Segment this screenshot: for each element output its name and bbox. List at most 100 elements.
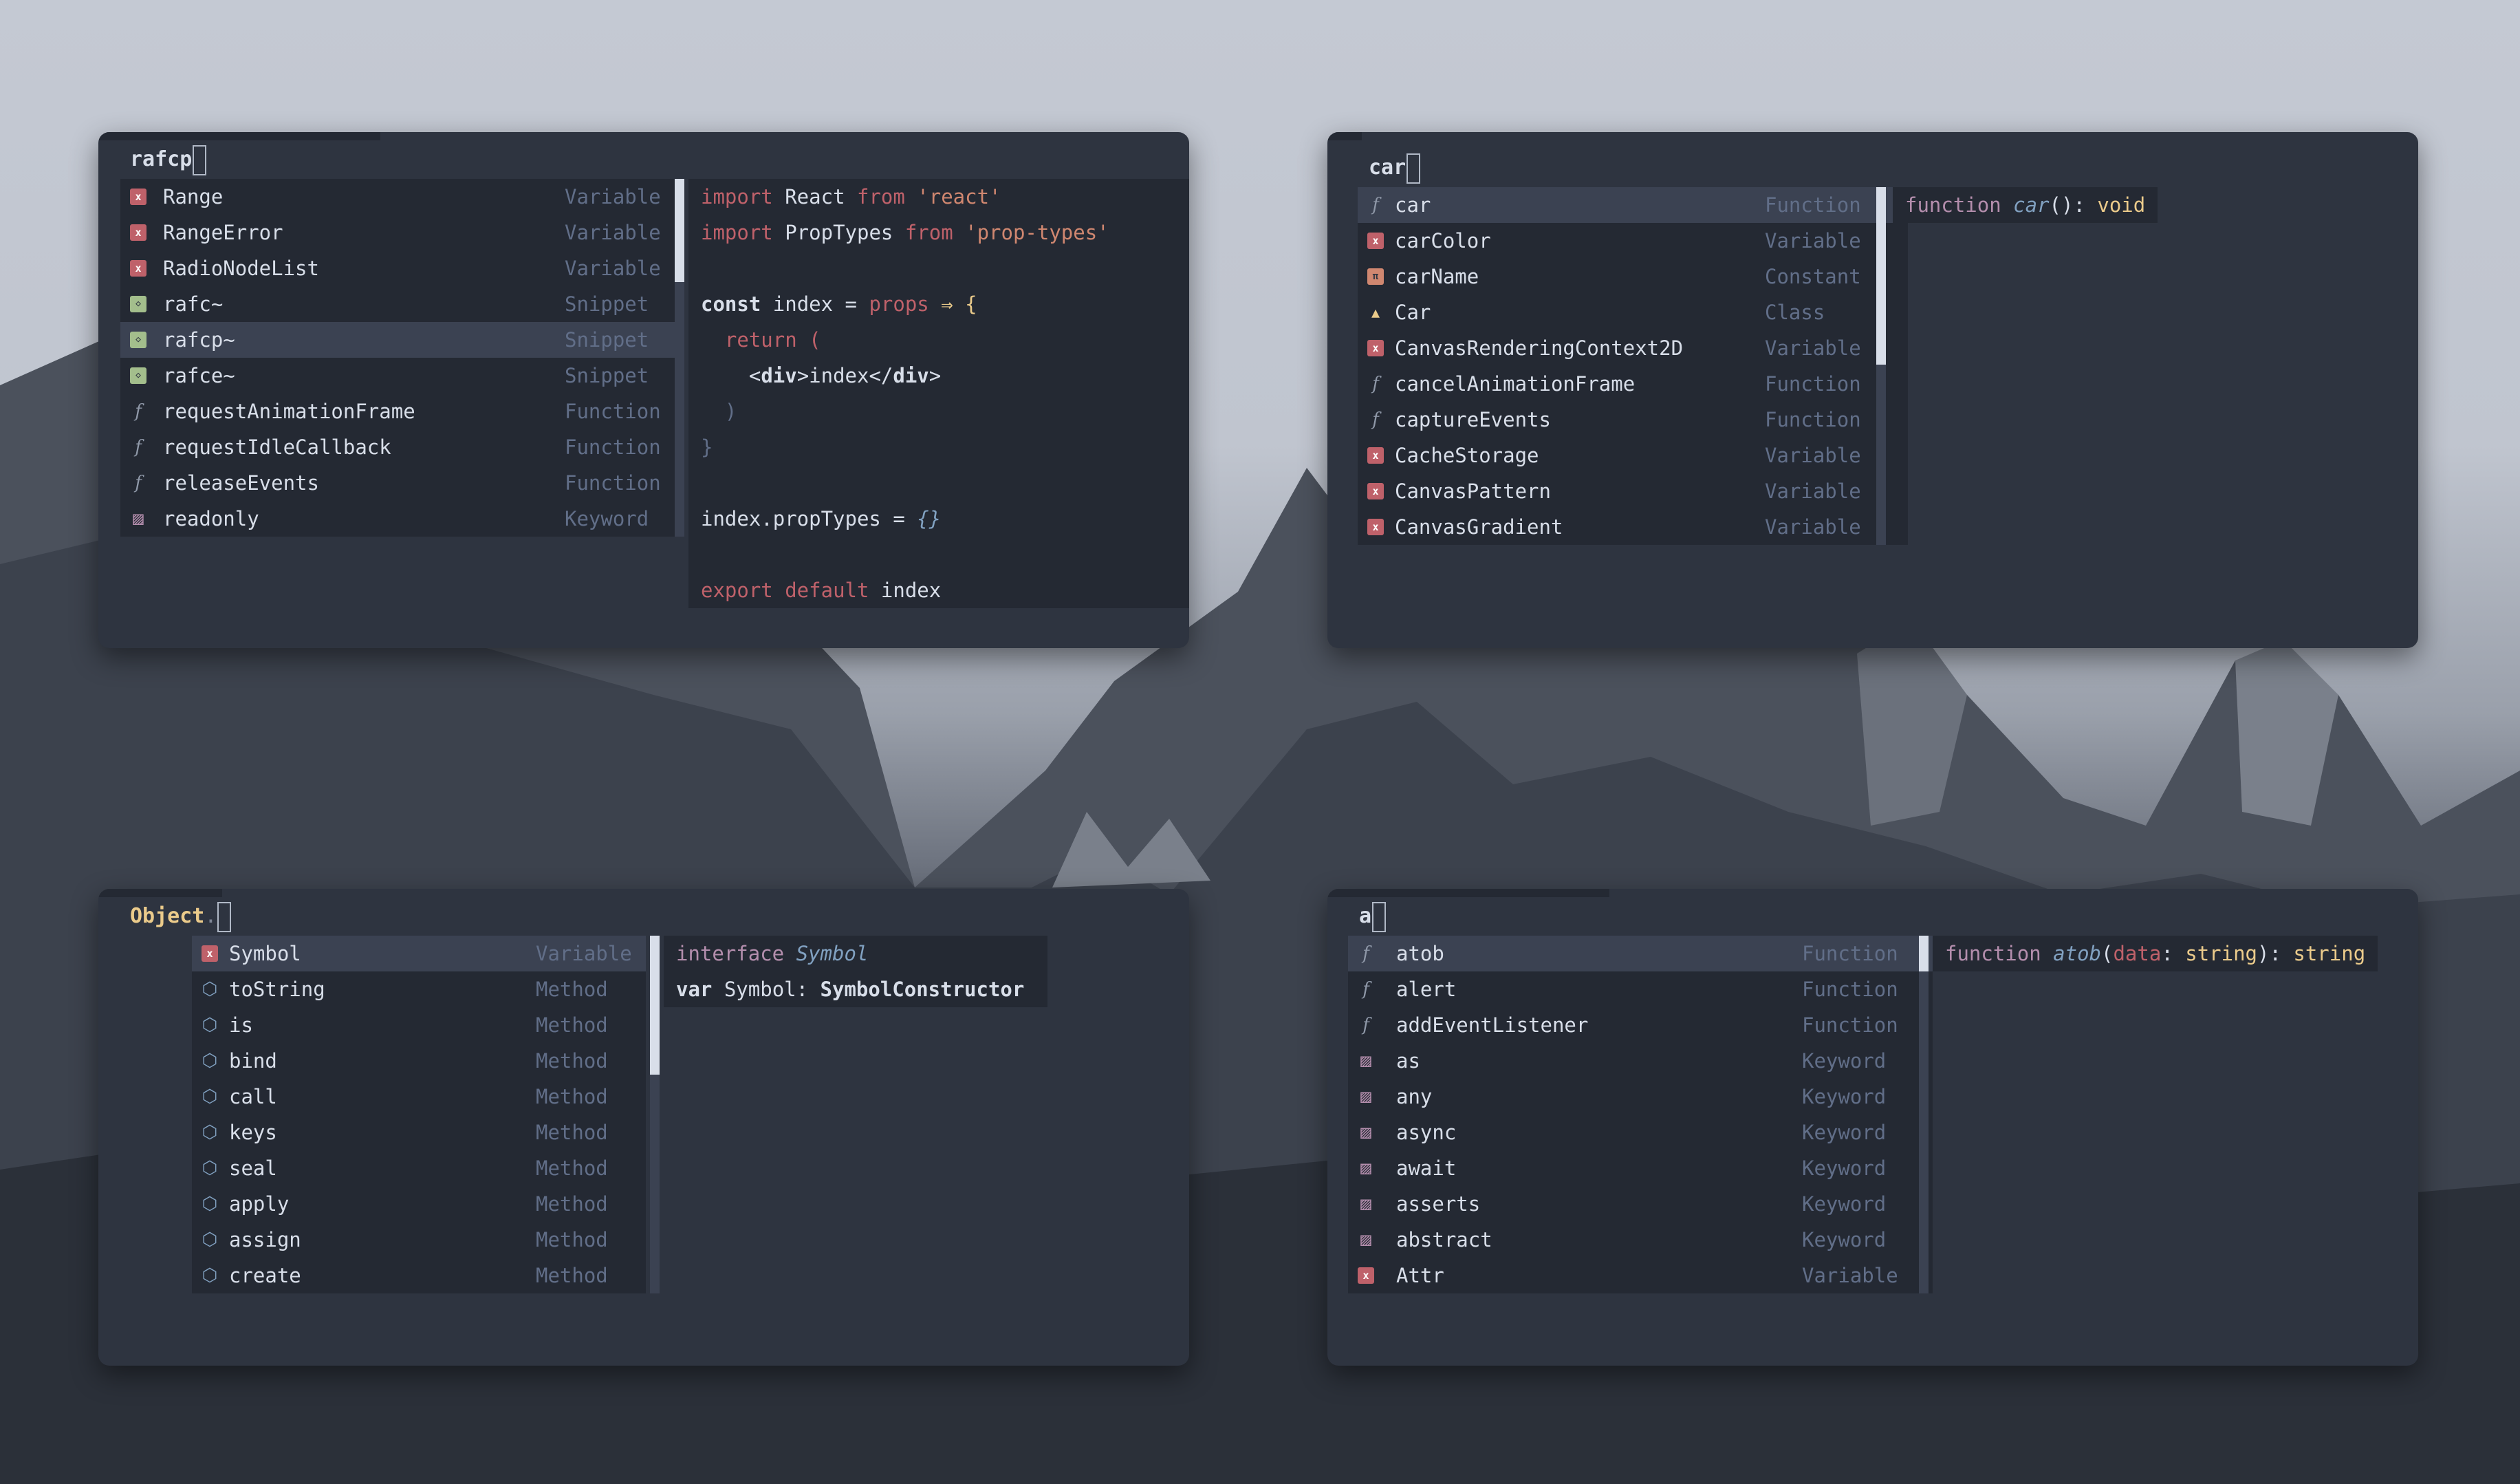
completion-item-kind: Method [536, 1049, 608, 1073]
method-icon: ⬡ [202, 1158, 218, 1179]
scrollbar-thumb[interactable] [1919, 936, 1929, 971]
completion-item[interactable]: x CanvasGradient Variable [1358, 509, 1908, 545]
method-icon: ⬡ [202, 1194, 218, 1214]
completion-item[interactable]: f car Function [1358, 187, 1908, 223]
code-line: ) [701, 400, 737, 423]
completion-panel-car: car f car Function x carColor Variable π carNam… [1327, 132, 2418, 648]
completion-item[interactable]: ⬡ bind Method [192, 1043, 646, 1079]
completion-item[interactable]: x CacheStorage Variable [1358, 438, 1908, 473]
completion-item-kind: Variable [565, 221, 661, 244]
completion-item[interactable]: ⬡ assign Method [192, 1222, 646, 1258]
snippet-preview: import React from 'react' import PropTyp… [688, 179, 1189, 608]
completion-item[interactable]: ⬡ keys Method [192, 1115, 646, 1150]
completion-item-label: rafc~ [163, 292, 224, 316]
completion-item-kind: Function [565, 471, 661, 495]
completion-item[interactable]: ▨ abstract Keyword [1348, 1222, 1933, 1258]
code-token: SymbolConstructor [820, 978, 1025, 1001]
scrollbar-thumb[interactable] [675, 179, 684, 282]
completion-item[interactable]: f requestAnimationFrame Function [120, 394, 675, 429]
completion-menu[interactable]: f car Function x carColor Variable π carName Con… [1358, 187, 1908, 545]
keyword-icon: ▨ [1360, 1051, 1371, 1071]
completion-item[interactable]: ▨ any Keyword [1348, 1079, 1933, 1115]
completion-item-kind: Method [536, 1228, 608, 1251]
completion-item[interactable]: x Symbol Variable [192, 936, 646, 971]
command-prompt[interactable]: a [1359, 897, 1387, 936]
completion-item[interactable]: x Attr Variable [1348, 1258, 1933, 1293]
code-token: PropTypes [772, 221, 905, 244]
variable-icon: x [1367, 483, 1384, 499]
completion-item[interactable]: x RadioNodeList Variable [120, 250, 675, 286]
completion-item[interactable]: x RangeError Variable [120, 215, 675, 250]
completion-item[interactable]: ◇ rafce~ Snippet [120, 358, 675, 394]
completion-item-kind: Method [536, 1192, 608, 1216]
completion-item[interactable]: ⬡ call Method [192, 1079, 646, 1115]
constant-icon: π [1367, 268, 1384, 285]
tab-line [98, 132, 380, 140]
completion-menu[interactable]: f atob Function f alert Function f addEventList… [1348, 936, 1933, 1293]
completion-item-kind: Keyword [1802, 1192, 1887, 1216]
scrollbar-thumb[interactable] [650, 936, 660, 1075]
completion-item-kind: Keyword [565, 507, 649, 530]
completion-item[interactable]: ⬡ create Method [192, 1258, 646, 1293]
completion-item[interactable]: f atob Function [1348, 936, 1933, 971]
completion-item-kind: Constant [1765, 265, 1861, 288]
scrollbar[interactable] [1919, 936, 1929, 1293]
completion-item[interactable]: x Range Variable [120, 179, 675, 215]
function-icon: f [1372, 374, 1379, 394]
completion-item-label: CanvasGradient [1395, 515, 1563, 539]
command-prompt[interactable]: rafcp [130, 140, 207, 179]
completion-item[interactable]: ◇ rafcp~ Snippet [120, 322, 675, 358]
scrollbar-thumb[interactable] [1876, 187, 1886, 365]
scrollbar[interactable] [675, 179, 684, 537]
completion-item-kind: Keyword [1802, 1049, 1887, 1073]
completion-item[interactable]: ▲ Car Class [1358, 294, 1908, 330]
variable-icon: x [1367, 340, 1384, 356]
completion-item[interactable]: f addEventListener Function [1348, 1007, 1933, 1043]
signature-help: function car(): void [1893, 187, 2158, 223]
completion-item[interactable]: ▨ as Keyword [1348, 1043, 1933, 1079]
completion-item[interactable]: f releaseEvents Function [120, 465, 675, 501]
completion-menu[interactable]: x Range Variable x RangeError Variable x RadioN… [120, 179, 675, 537]
completion-item-label: RangeError [163, 221, 283, 244]
completion-item[interactable]: f captureEvents Function [1358, 402, 1908, 438]
completion-item[interactable]: x carColor Variable [1358, 223, 1908, 259]
function-icon: f [1372, 195, 1379, 215]
completion-item[interactable]: f cancelAnimationFrame Function [1358, 366, 1908, 402]
completion-item[interactable]: ⬡ is Method [192, 1007, 646, 1043]
completion-item-label: RadioNodeList [163, 257, 319, 280]
completion-item[interactable]: ▨ readonly Keyword [120, 501, 675, 537]
completion-menu[interactable]: x Symbol Variable ⬡ toString Method ⬡ is Method ⬡… [192, 936, 646, 1293]
completion-item-kind: Variable [565, 185, 661, 208]
function-icon: f [1362, 979, 1369, 1000]
completion-item-kind: Variable [1765, 444, 1861, 467]
command-prompt[interactable]: car [1369, 149, 1421, 187]
completion-item[interactable]: x CanvasRenderingContext2D Variable [1358, 330, 1908, 366]
command-prompt[interactable]: Object. [130, 897, 232, 936]
completion-item-kind: Snippet [565, 364, 649, 387]
completion-item[interactable]: f requestIdleCallback Function [120, 429, 675, 465]
completion-item[interactable]: f alert Function [1348, 971, 1933, 1007]
code-token: Symbol [784, 942, 869, 965]
scrollbar[interactable] [1876, 187, 1886, 545]
completion-item-label: await [1396, 1157, 1457, 1180]
snippet-icon: ◇ [130, 296, 146, 312]
completion-panel-object: Object. x Symbol Variable ⬡ toString Method ⬡ i… [98, 889, 1189, 1366]
completion-item-kind: Function [1765, 193, 1861, 217]
completion-item[interactable]: x CanvasPattern Variable [1358, 473, 1908, 509]
completion-item[interactable]: ⬡ seal Method [192, 1150, 646, 1186]
completion-item[interactable]: ▨ await Keyword [1348, 1150, 1933, 1186]
keyword-icon: ▨ [1360, 1158, 1371, 1179]
completion-item[interactable]: ⬡ apply Method [192, 1186, 646, 1222]
completion-item[interactable]: ◇ rafc~ Snippet [120, 286, 675, 322]
completion-item[interactable]: ▨ asserts Keyword [1348, 1186, 1933, 1222]
code-token: ( [2101, 942, 2114, 965]
code-token: export [701, 579, 773, 602]
completion-item[interactable]: π carName Constant [1358, 259, 1908, 294]
prompt-text: rafcp [130, 147, 193, 171]
completion-item[interactable]: ▨ async Keyword [1348, 1115, 1933, 1150]
scrollbar[interactable] [650, 936, 660, 1293]
completion-item[interactable]: ⬡ toString Method [192, 971, 646, 1007]
code-line: export default index [688, 572, 1189, 608]
